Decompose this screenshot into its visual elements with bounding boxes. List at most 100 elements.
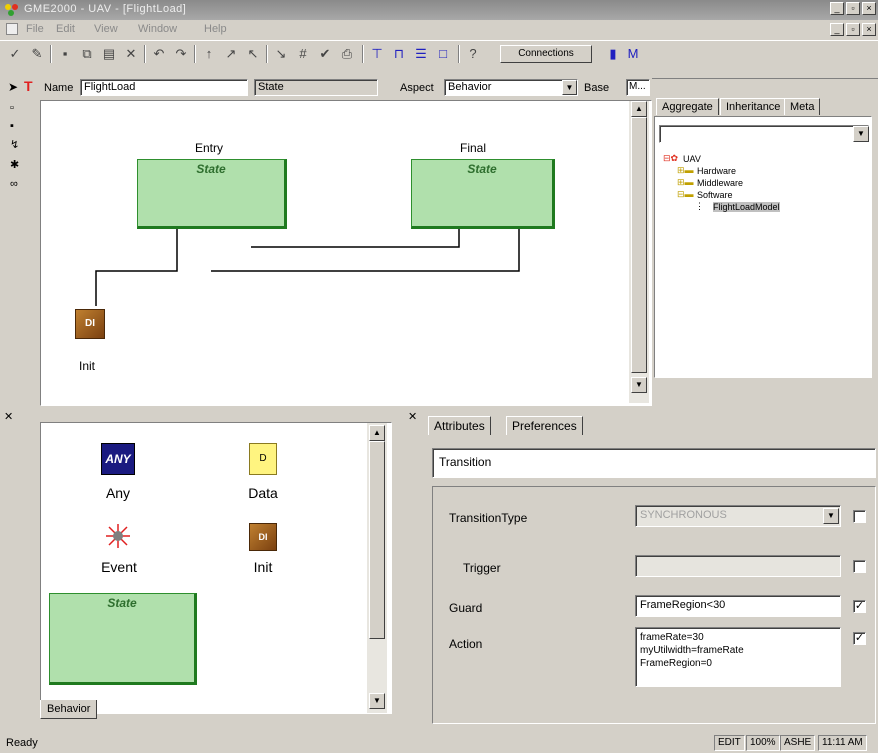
part-state-label: State: [107, 596, 137, 610]
part-state[interactable]: State: [49, 593, 197, 685]
model-canvas[interactable]: Entry State Final State DI Init ▲ ▼: [40, 100, 652, 406]
init-icon[interactable]: DI: [249, 523, 277, 551]
check-model-icon[interactable]: ✔: [316, 45, 334, 63]
visualize-icon[interactable]: ✱: [10, 158, 19, 171]
child-restore-button[interactable]: ▫: [846, 23, 860, 36]
menu-view[interactable]: View: [94, 23, 118, 35]
entry-state-label: Entry: [194, 141, 223, 155]
part-browser: ANY Any D Data Event DI Init State ▲ ▼: [40, 422, 392, 714]
child-close-button[interactable]: ×: [862, 23, 876, 36]
final-state[interactable]: State: [411, 159, 555, 229]
model-browser: Aggregate Inheritance Meta ▼ ⊟✿ UAV ⊞▬ Har…: [652, 78, 878, 404]
pointer-icon[interactable]: ↘: [272, 45, 290, 63]
scroll-down-icon[interactable]: ▼: [631, 377, 647, 393]
paste-icon[interactable]: ▤: [100, 45, 118, 63]
action-checkbox[interactable]: ✓: [853, 632, 866, 645]
modeling-palette: ▫ ▪ ↯ ✱ ∞: [2, 100, 40, 396]
filter-dropdown-icon[interactable]: ▼: [853, 126, 869, 142]
chevron-down-icon[interactable]: ▼: [823, 508, 839, 524]
mode-icon[interactable]: ▮: [604, 45, 622, 63]
guard-field[interactable]: FrameRegion<30: [635, 595, 841, 617]
part-scrollbar[interactable]: ▲ ▼: [367, 423, 387, 713]
base-field[interactable]: M...: [626, 79, 650, 96]
decorate-icon[interactable]: ∞: [10, 178, 18, 190]
tile-vertical-icon[interactable]: ⊓: [390, 45, 408, 63]
scroll-thumb[interactable]: [369, 441, 385, 639]
trigger-checkbox[interactable]: [853, 560, 866, 573]
connections-button[interactable]: Connections: [500, 45, 592, 63]
minimize-button[interactable]: _: [830, 2, 844, 15]
cascade-icon[interactable]: ☰: [412, 45, 430, 63]
part-event-label: Event: [101, 559, 137, 575]
arrow-ne-icon[interactable]: ↗: [222, 45, 240, 63]
scroll-up-icon[interactable]: ▲: [631, 101, 647, 117]
menu-window[interactable]: Window: [138, 23, 177, 35]
any-icon[interactable]: ANY: [101, 443, 135, 475]
tab-preferences[interactable]: Preferences: [506, 416, 583, 435]
tree-item-software[interactable]: ⊟▬ Software: [663, 189, 780, 201]
delete-icon[interactable]: ✕: [122, 45, 140, 63]
arrow-nw-icon[interactable]: ↖: [244, 45, 262, 63]
model-tree: ⊟✿ UAV ⊞▬ Hardware ⊞▬ Middleware ⊟▬ Software…: [663, 153, 780, 213]
scroll-down-icon[interactable]: ▼: [369, 693, 385, 709]
menu-help[interactable]: Help: [204, 23, 227, 35]
tab-attributes[interactable]: Attributes: [428, 416, 491, 435]
part-any-label: Any: [105, 485, 131, 501]
pointer-tool-icon[interactable]: ➤: [8, 80, 18, 94]
trigger-field[interactable]: [635, 555, 841, 577]
window-icon[interactable]: □: [434, 45, 452, 63]
status-user: ASHE: [780, 735, 816, 751]
part-init-label: Init: [253, 559, 273, 575]
edit-icon[interactable]: ✎: [28, 45, 46, 63]
close-icon[interactable]: ✕: [408, 410, 417, 423]
event-icon[interactable]: [105, 523, 131, 549]
tab-aggregate[interactable]: Aggregate: [656, 98, 719, 115]
guard-checkbox[interactable]: ✓: [853, 600, 866, 613]
browser-filter-select[interactable]: [659, 125, 869, 143]
tree-item-hardware[interactable]: ⊞▬ Hardware: [663, 165, 780, 177]
set-icon[interactable]: ▪: [10, 120, 14, 132]
redo-icon[interactable]: ↷: [172, 45, 190, 63]
close-button[interactable]: ×: [862, 2, 876, 15]
tree-item-flightloadmodel[interactable]: ⋮ FlightLoadModel: [663, 201, 780, 213]
save-icon[interactable]: ▪: [56, 45, 74, 63]
help-icon[interactable]: ?: [464, 45, 482, 63]
connection-lines: [95, 229, 520, 306]
undo-icon[interactable]: ↶: [150, 45, 168, 63]
aspect-select[interactable]: Behavior: [444, 79, 578, 96]
kind-field: State: [254, 79, 378, 96]
aspect-label: Aspect: [400, 82, 434, 94]
transition-type-select[interactable]: SYNCHRONOUS: [635, 505, 841, 527]
child-minimize-button[interactable]: _: [830, 23, 844, 36]
name-field[interactable]: FlightLoad: [80, 79, 248, 96]
action-field[interactable]: frameRate=30 myUtilwidth=frameRate Frame…: [635, 627, 841, 687]
up-arrow-icon[interactable]: ↑: [200, 45, 218, 63]
close-icon[interactable]: ✕: [4, 410, 13, 423]
check-icon[interactable]: ✓: [6, 45, 24, 63]
entry-state[interactable]: State: [137, 159, 287, 229]
transitiontype-checkbox[interactable]: [853, 510, 866, 523]
object-inspector: ✕ Attributes Preferences Transition Tran…: [406, 408, 878, 732]
grid-icon[interactable]: #: [294, 45, 312, 63]
scroll-thumb[interactable]: [631, 117, 647, 373]
tab-inheritance[interactable]: Inheritance: [720, 98, 787, 115]
tile-horizontal-icon[interactable]: ⊤: [368, 45, 386, 63]
menu-file[interactable]: File: [26, 23, 44, 35]
tree-item-middleware[interactable]: ⊞▬ Middleware: [663, 177, 780, 189]
tab-behavior[interactable]: Behavior: [40, 700, 98, 719]
data-icon[interactable]: D: [249, 443, 277, 475]
print-icon[interactable]: ⎙: [338, 45, 356, 63]
connect-icon[interactable]: ▫: [10, 102, 14, 114]
scroll-up-icon[interactable]: ▲: [369, 425, 385, 441]
tab-meta[interactable]: Meta: [784, 98, 821, 115]
tree-item-uav[interactable]: ⊟✿ UAV: [663, 153, 780, 165]
zoom-icon[interactable]: ↯: [10, 138, 19, 151]
restore-button[interactable]: ▫: [846, 2, 860, 15]
canvas-scrollbar[interactable]: ▲ ▼: [629, 101, 649, 403]
chevron-down-icon[interactable]: ▼: [562, 80, 577, 95]
menu-edit[interactable]: Edit: [56, 23, 75, 35]
init-icon[interactable]: DI: [75, 309, 105, 339]
mode-m-icon[interactable]: M: [624, 45, 642, 63]
copy-icon[interactable]: ⧉: [78, 45, 96, 63]
object-name-field[interactable]: Transition: [432, 448, 876, 478]
